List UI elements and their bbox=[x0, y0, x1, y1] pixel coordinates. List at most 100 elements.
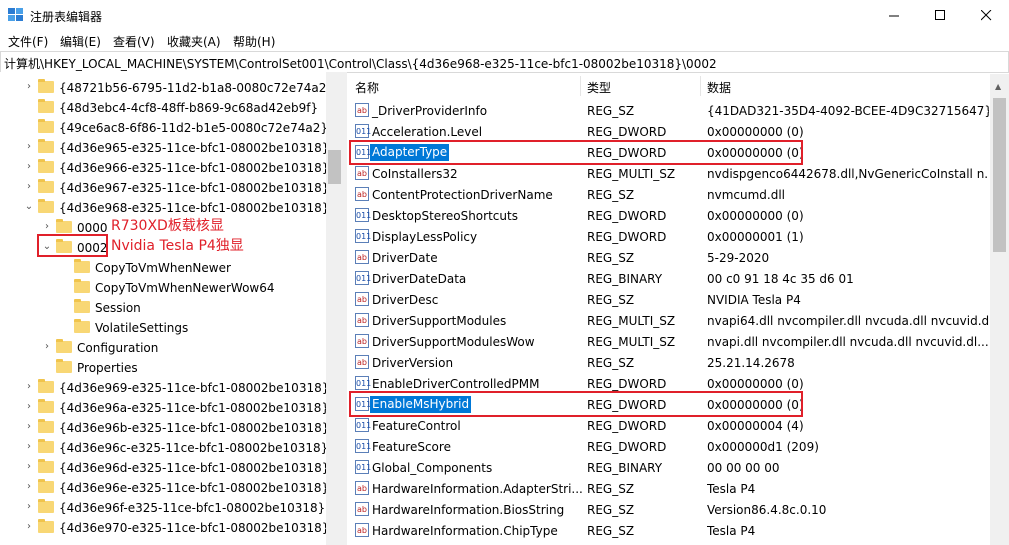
value-row[interactable]: 011 FeatureControl REG_DWORD 0x00000004 (4) bbox=[349, 415, 989, 436]
tree-item[interactable]: › {4d36e96d-e325-11ce-bfc1-08002be10318} bbox=[0, 458, 330, 478]
menu-file[interactable]: 文件(F) bbox=[8, 33, 48, 50]
expand-arrow-icon[interactable]: › bbox=[24, 502, 34, 512]
folder-icon bbox=[38, 139, 54, 153]
expand-arrow-icon[interactable]: › bbox=[24, 522, 34, 532]
column-header-type[interactable]: 类型 bbox=[587, 79, 611, 96]
tree-item-label: CopyToVmWhenNewer bbox=[95, 261, 231, 275]
tree-scrollbar[interactable] bbox=[326, 72, 343, 545]
tree-item[interactable]: › Configuration bbox=[0, 338, 326, 358]
maximize-button[interactable] bbox=[917, 0, 963, 30]
value-row[interactable]: ab DriverVersion REG_SZ 25.21.14.2678 bbox=[349, 352, 989, 373]
tree-scrollbar-thumb[interactable] bbox=[328, 150, 341, 184]
string-value-icon: ab bbox=[355, 523, 369, 537]
menu-help[interactable]: 帮助(H) bbox=[233, 33, 275, 50]
value-name: DriverDesc bbox=[372, 293, 439, 307]
value-row[interactable]: ab _DriverProviderInfo REG_SZ {41DAD321-35D… bbox=[349, 100, 989, 121]
folder-icon bbox=[74, 319, 90, 333]
folder-icon bbox=[38, 419, 54, 433]
folder-icon bbox=[74, 279, 90, 293]
value-row[interactable]: 011 DisplayLessPolicy REG_DWORD 0x00000001 … bbox=[349, 226, 989, 247]
value-type: REG_SZ bbox=[587, 293, 635, 307]
expand-arrow-icon[interactable]: › bbox=[24, 462, 34, 472]
value-name: Global_Components bbox=[372, 461, 493, 475]
menu-view[interactable]: 查看(V) bbox=[113, 33, 155, 50]
value-type: REG_SZ bbox=[587, 104, 635, 118]
tree-item[interactable]: Properties bbox=[0, 358, 326, 378]
pane-splitter[interactable] bbox=[343, 72, 347, 545]
value-name: Acceleration.Level bbox=[372, 125, 483, 139]
expand-arrow-icon[interactable]: › bbox=[24, 82, 34, 92]
expand-arrow-icon[interactable]: › bbox=[24, 182, 34, 192]
value-row[interactable]: ab DriverDesc REG_SZ NVIDIA Tesla P4 bbox=[349, 289, 989, 310]
value-row[interactable]: ab DriverSupportModules REG_MULTI_SZ nvapi6… bbox=[349, 310, 989, 331]
values-list[interactable]: ab _DriverProviderInfo REG_SZ {41DAD321-35D… bbox=[349, 100, 989, 545]
value-row[interactable]: 011 DesktopStereoShortcuts REG_DWORD 0x0000… bbox=[349, 205, 989, 226]
expand-arrow-icon[interactable]: › bbox=[42, 222, 52, 232]
value-row[interactable]: ab HardwareInformation.ChipType REG_SZ Tesl… bbox=[349, 520, 989, 541]
value-row[interactable]: ab HardwareInformation.AdapterStri... REG_… bbox=[349, 478, 989, 499]
expand-arrow-icon[interactable]: › bbox=[24, 422, 34, 432]
menu-edit[interactable]: 编辑(E) bbox=[60, 33, 101, 50]
tree-item-label: {49ce6ac8-6f86-11d2-b1e5-0080c72e74a2} bbox=[59, 121, 329, 135]
expand-arrow-icon[interactable]: › bbox=[24, 382, 34, 392]
scroll-up-arrow-icon[interactable]: ▲ bbox=[995, 82, 1001, 91]
tree-item-label: Session bbox=[95, 301, 141, 315]
tree-item[interactable]: › {4d36e965-e325-11ce-bfc1-08002be10318} bbox=[0, 138, 329, 158]
value-type: REG_DWORD bbox=[587, 209, 667, 223]
value-row[interactable]: ab HardwareInformation.BiosString REG_SZ Ve… bbox=[349, 499, 989, 520]
tree-item[interactable]: › {4d36e967-e325-11ce-bfc1-08002be10318} bbox=[0, 178, 329, 198]
binary-value-icon: 011 bbox=[355, 208, 371, 222]
tree-item[interactable]: VolatileSettings bbox=[0, 318, 326, 338]
minimize-button[interactable] bbox=[871, 0, 917, 30]
value-row[interactable]: 011 DriverDateData REG_BINARY 00 c0 91 18 4… bbox=[349, 268, 989, 289]
folder-icon bbox=[38, 519, 54, 533]
tree-item[interactable]: Session bbox=[0, 298, 326, 318]
expand-arrow-icon[interactable]: › bbox=[42, 342, 52, 352]
tree-item[interactable]: {49ce6ac8-6f86-11d2-b1e5-0080c72e74a2} bbox=[0, 118, 329, 138]
tree-item[interactable]: › {48721b56-6795-11d2-b1a8-0080c72e74a2} bbox=[0, 78, 334, 98]
column-header-data[interactable]: 数据 bbox=[707, 79, 731, 96]
column-divider[interactable] bbox=[700, 76, 701, 96]
tree-item[interactable]: {48d3ebc4-4cf8-48ff-b869-9c68ad42eb9f} bbox=[0, 98, 326, 118]
menu-favorites[interactable]: 收藏夹(A) bbox=[167, 33, 221, 50]
column-divider[interactable] bbox=[580, 76, 581, 96]
expand-arrow-icon[interactable]: › bbox=[24, 482, 34, 492]
expand-arrow-icon[interactable]: › bbox=[24, 162, 34, 172]
value-row[interactable]: 011 Acceleration.Level REG_DWORD 0x00000000… bbox=[349, 121, 989, 142]
value-row[interactable]: ab ContentProtectionDriverName REG_SZ nvmcu… bbox=[349, 184, 989, 205]
value-data: NVIDIA Tesla P4 bbox=[707, 293, 801, 307]
column-header-name[interactable]: 名称 bbox=[355, 79, 379, 96]
values-scrollbar-thumb[interactable] bbox=[993, 98, 1006, 252]
tree-item[interactable]: CopyToVmWhenNewer bbox=[0, 258, 326, 278]
key-tree[interactable]: › {48721b56-6795-11d2-b1a8-0080c72e74a2} {… bbox=[0, 72, 343, 545]
value-row[interactable]: 011 Global_Components REG_BINARY 00 00 00 0… bbox=[349, 457, 989, 478]
folder-icon bbox=[38, 439, 54, 453]
values-scrollbar[interactable]: ▲ bbox=[990, 74, 1009, 545]
value-type: REG_SZ bbox=[587, 482, 635, 496]
tree-item[interactable]: › {4d36e96e-e325-11ce-bfc1-08002be10318} bbox=[0, 478, 329, 498]
address-bar[interactable]: 计算机\HKEY_LOCAL_MACHINE\SYSTEM\ControlSet… bbox=[0, 51, 1009, 73]
expand-arrow-icon[interactable]: › bbox=[24, 402, 34, 412]
minimize-icon bbox=[888, 15, 899, 16]
tree-item-label: {4d36e96d-e325-11ce-bfc1-08002be10318} bbox=[59, 461, 330, 475]
tree-item[interactable]: › {4d36e969-e325-11ce-bfc1-08002be10318} bbox=[0, 378, 329, 398]
tree-item[interactable]: › {4d36e966-e325-11ce-bfc1-08002be10318} bbox=[0, 158, 329, 178]
address-path[interactable]: 计算机\HKEY_LOCAL_MACHINE\SYSTEM\ControlSet… bbox=[4, 55, 717, 72]
value-row[interactable]: ab DriverSupportModulesWow REG_MULTI_SZ nva… bbox=[349, 331, 989, 352]
expand-arrow-icon[interactable]: › bbox=[24, 442, 34, 452]
value-type: REG_SZ bbox=[587, 188, 635, 202]
close-button[interactable] bbox=[963, 0, 1009, 30]
tree-item[interactable]: CopyToVmWhenNewerWow64 bbox=[0, 278, 326, 298]
value-row[interactable]: ab CoInstallers32 REG_MULTI_SZ nvdispgenco6… bbox=[349, 163, 989, 184]
tree-item[interactable]: › {4d36e96f-e325-11ce-bfc1-08002be10318} bbox=[0, 498, 326, 518]
value-row[interactable]: 011 FeatureScore REG_DWORD 0x000000d1 (209) bbox=[349, 436, 989, 457]
tree-item[interactable]: › {4d36e970-e325-11ce-bfc1-08002be10318} bbox=[0, 518, 329, 538]
value-data: nvapi64.dll nvcompiler.dll nvcuda.dll nv… bbox=[707, 314, 989, 328]
collapse-arrow-icon[interactable]: ⌄ bbox=[24, 202, 34, 212]
value-row[interactable]: ab DriverDate REG_SZ 5-29-2020 bbox=[349, 247, 989, 268]
tree-item[interactable]: › {4d36e96b-e325-11ce-bfc1-08002be10318} bbox=[0, 418, 329, 438]
tree-item[interactable]: › {4d36e96a-e325-11ce-bfc1-08002be10318} bbox=[0, 398, 329, 418]
tree-item[interactable]: › {4d36e96c-e325-11ce-bfc1-08002be10318} bbox=[0, 438, 329, 458]
expand-arrow-icon[interactable]: › bbox=[24, 142, 34, 152]
tree-item-label: {4d36e96c-e325-11ce-bfc1-08002be10318} bbox=[59, 441, 329, 455]
